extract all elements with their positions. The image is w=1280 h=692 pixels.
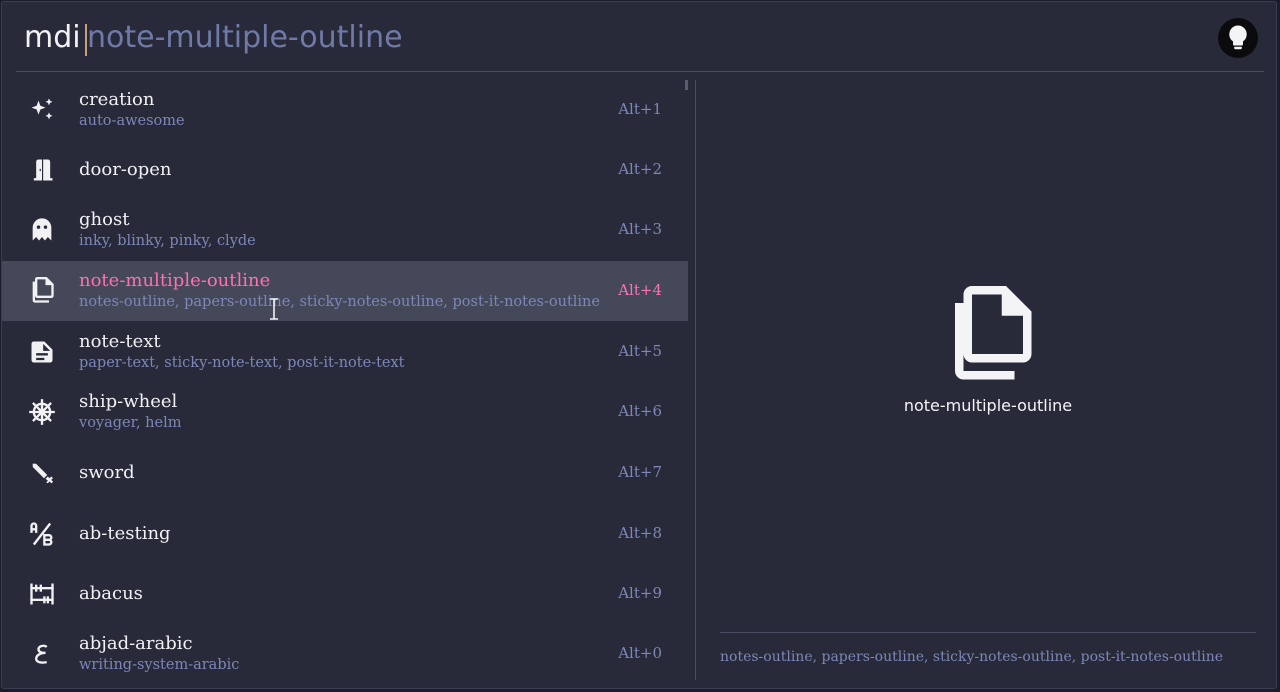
preview-icon-name: note-multiple-outline	[903, 396, 1073, 415]
search-prefix: mdi	[24, 20, 81, 55]
item-shortcut: Alt+2	[618, 160, 662, 178]
item-aliases: writing-system-arabic	[79, 657, 240, 673]
text-cursor-icon	[270, 298, 278, 320]
creation-icon	[28, 96, 56, 124]
item-name: door-open	[79, 159, 172, 180]
item-name: ab-testing	[79, 523, 171, 544]
lightbulb-button[interactable]	[1218, 18, 1258, 58]
list-item-note-multiple-outline[interactable]: note-multiple-outline notes-outline, pap…	[2, 261, 688, 321]
item-aliases: voyager, helm	[79, 415, 182, 431]
item-shortcut: Alt+3	[618, 220, 662, 238]
abacus-icon	[28, 580, 56, 608]
note-multiple-outline-icon	[28, 277, 56, 305]
list-item-ab-testing[interactable]: ab-testing Alt+8	[2, 504, 688, 564]
item-shortcut: Alt+9	[618, 584, 662, 602]
lightbulb-icon	[1229, 25, 1247, 50]
search-divider	[16, 71, 1264, 72]
item-aliases: notes-outline, papers-outline, sticky-no…	[79, 294, 600, 310]
abjad-arabic-icon	[28, 640, 56, 668]
search-input[interactable]: note-multiple-outline	[87, 18, 403, 58]
item-shortcut: Alt+0	[618, 644, 662, 662]
item-shortcut: Alt+1	[618, 100, 662, 118]
list-item-note-text[interactable]: note-text paper-text, sticky-note-text, …	[2, 322, 688, 382]
item-name: ghost	[79, 209, 130, 230]
ab-testing-icon	[28, 520, 56, 548]
item-aliases: auto-awesome	[79, 113, 185, 129]
item-shortcut: Alt+6	[618, 402, 662, 420]
results-list[interactable]: creation auto-awesome Alt+1 door-open Al…	[2, 80, 690, 688]
list-item-ship-wheel[interactable]: ship-wheel voyager, helm Alt+6	[2, 382, 688, 442]
item-name: creation	[79, 89, 155, 110]
list-scrollbar[interactable]	[685, 80, 688, 90]
ship-wheel-icon	[28, 398, 56, 426]
item-aliases: inky, blinky, pinky, clyde	[79, 233, 256, 249]
item-name: note-multiple-outline	[79, 270, 271, 291]
list-item-creation[interactable]: creation auto-awesome Alt+1	[2, 80, 688, 140]
item-shortcut: Alt+4	[618, 281, 662, 299]
search-bar[interactable]: mdi note-multiple-outline	[2, 2, 1278, 72]
item-shortcut: Alt+8	[618, 524, 662, 542]
item-shortcut: Alt+5	[618, 342, 662, 360]
door-open-icon	[28, 156, 56, 184]
note-text-icon	[28, 338, 56, 366]
item-name: abacus	[79, 583, 143, 604]
preview-aliases: notes-outline, papers-outline, sticky-no…	[720, 649, 1224, 665]
item-name: sword	[79, 462, 135, 483]
pane-divider	[695, 80, 696, 680]
preview-divider	[720, 632, 1256, 633]
list-item-sword[interactable]: sword Alt+7	[2, 443, 688, 503]
list-item-abjad-arabic[interactable]: abjad-arabic writing-system-arabic Alt+0	[2, 624, 688, 684]
sword-icon	[28, 459, 56, 487]
list-item-abacus[interactable]: abacus Alt+9	[2, 564, 688, 624]
item-aliases: paper-text, sticky-note-text, post-it-no…	[79, 355, 405, 371]
ghost-icon	[28, 216, 56, 244]
launcher-window: mdi note-multiple-outline creation auto-…	[1, 1, 1277, 689]
list-item-door-open[interactable]: door-open Alt+2	[2, 140, 688, 200]
item-name: abjad-arabic	[79, 633, 193, 654]
list-item-ghost[interactable]: ghost inky, blinky, pinky, clyde Alt+3	[2, 200, 688, 260]
item-shortcut: Alt+7	[618, 463, 662, 481]
note-multiple-outline-icon	[955, 286, 1032, 380]
item-name: ship-wheel	[79, 391, 178, 412]
item-name: note-text	[79, 331, 161, 352]
